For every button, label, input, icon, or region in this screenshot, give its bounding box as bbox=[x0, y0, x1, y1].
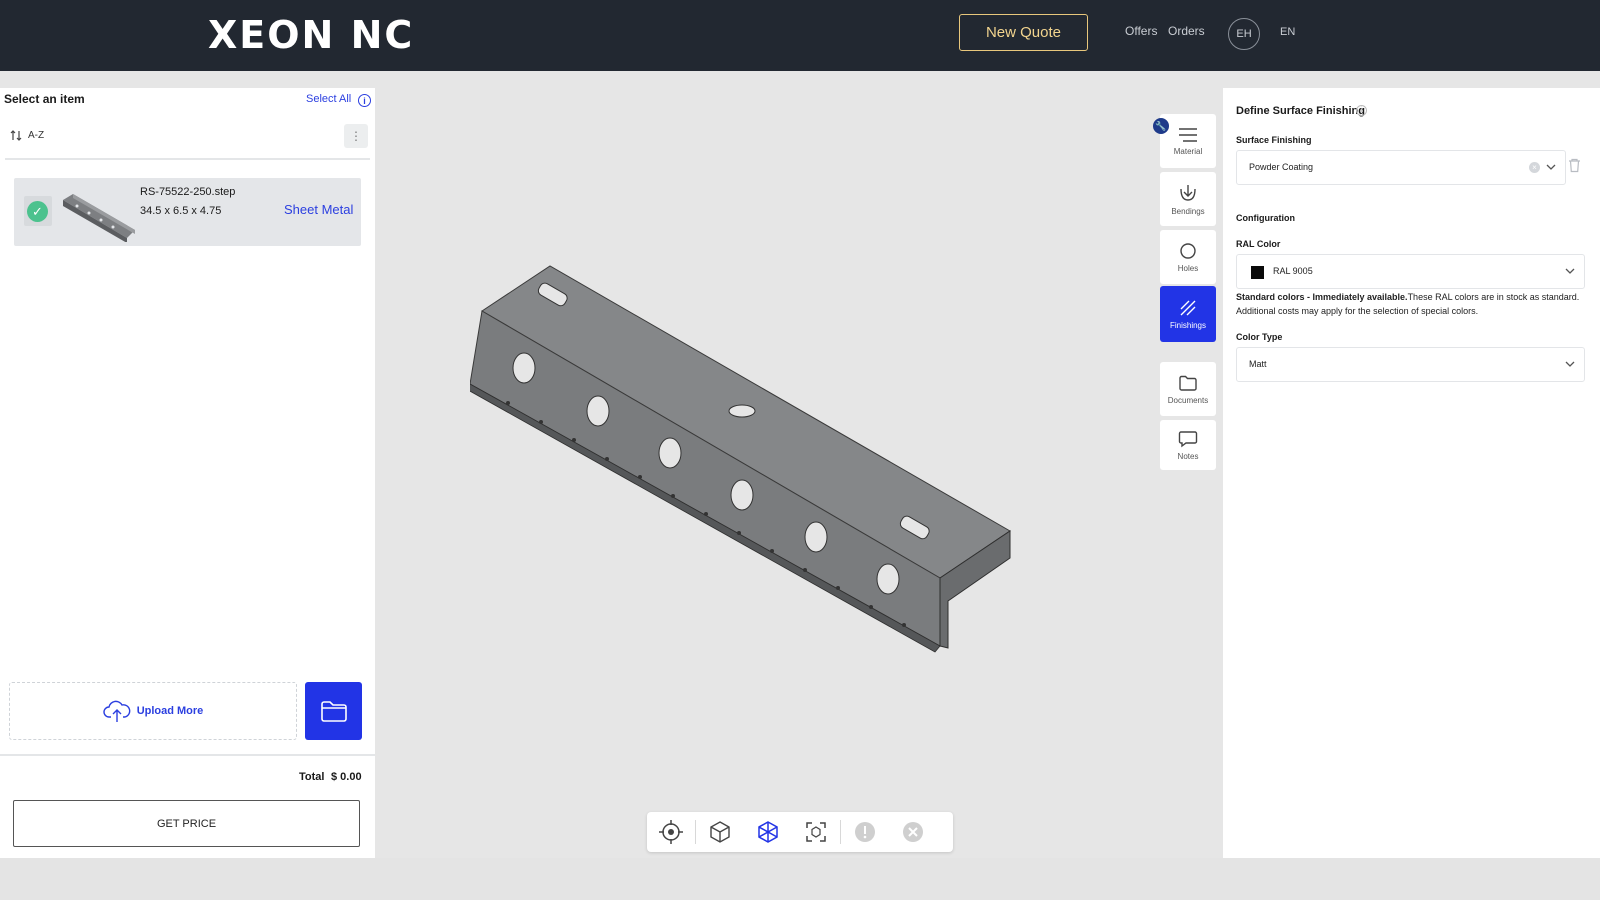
ral-color-select[interactable]: RAL 9005 bbox=[1236, 254, 1585, 289]
3d-viewport[interactable] bbox=[375, 71, 1223, 858]
part-thumbnail bbox=[63, 194, 135, 242]
speech-bubble-icon bbox=[1178, 430, 1198, 447]
rail-finishings-button[interactable]: Finishings bbox=[1160, 286, 1216, 342]
ral-color-label: RAL Color bbox=[1236, 239, 1281, 249]
surface-finishing-label: Surface Finishing bbox=[1236, 135, 1312, 145]
close-icon[interactable] bbox=[889, 812, 937, 852]
folder-icon bbox=[320, 701, 347, 722]
cube-iso-icon[interactable] bbox=[696, 812, 744, 852]
rail-documents-button[interactable]: Documents bbox=[1160, 362, 1216, 416]
nav-offers-link[interactable]: Offers bbox=[1125, 24, 1157, 38]
alert-icon[interactable] bbox=[841, 812, 889, 852]
rail-label: Holes bbox=[1177, 263, 1199, 273]
more-options-button[interactable]: ⋮ bbox=[344, 124, 368, 148]
configuration-label: Configuration bbox=[1236, 213, 1295, 223]
rail-holes-button[interactable]: Holes bbox=[1160, 230, 1216, 284]
sort-icon[interactable] bbox=[10, 129, 23, 145]
rail-bendings-button[interactable]: Bendings bbox=[1160, 172, 1216, 226]
get-price-button[interactable]: GET PRICE bbox=[13, 800, 360, 847]
info-icon[interactable]: i bbox=[1356, 105, 1367, 116]
fit-view-icon[interactable] bbox=[792, 812, 840, 852]
item-type-link[interactable]: Sheet Metal bbox=[284, 202, 353, 217]
rail-label: Finishings bbox=[1169, 320, 1206, 330]
total-label: Total bbox=[299, 771, 325, 783]
select-all-link[interactable]: Select All bbox=[306, 93, 351, 105]
target-icon[interactable] bbox=[647, 812, 695, 852]
brand-logo[interactable]: XEON NC bbox=[208, 14, 414, 56]
upload-more-label: Upload More bbox=[136, 705, 204, 717]
panel-title: Select an item bbox=[4, 92, 85, 106]
item-list-panel: Select an item Select All i A-Z ⋮ ✓ RS-7… bbox=[0, 88, 375, 858]
color-type-label: Color Type bbox=[1236, 332, 1283, 342]
ral-color-value: RAL 9005 bbox=[1273, 266, 1313, 276]
finishing-panel: Define Surface Finishing i Surface Finis… bbox=[1223, 88, 1600, 858]
menu-lines-icon bbox=[1179, 127, 1197, 142]
rail-label: Notes bbox=[1177, 451, 1199, 461]
top-navigation-bar: XEON NC New Quote Offers Orders EH EN bbox=[0, 0, 1600, 71]
rail-label: Material bbox=[1173, 146, 1203, 156]
browse-folder-button[interactable] bbox=[305, 682, 362, 740]
upload-more-button[interactable]: Upload More bbox=[9, 682, 297, 740]
check-icon: ✓ bbox=[27, 201, 48, 222]
viewer-toolbar bbox=[647, 812, 953, 852]
color-type-value: Matt bbox=[1249, 359, 1267, 369]
circle-icon bbox=[1180, 242, 1196, 259]
chevron-down-icon bbox=[1565, 361, 1575, 367]
hatch-icon bbox=[1180, 300, 1196, 315]
sort-order-label[interactable]: A-Z bbox=[28, 130, 44, 141]
cube-wire-icon[interactable] bbox=[744, 812, 792, 852]
folder-icon bbox=[1179, 375, 1197, 391]
nav-orders-link[interactable]: Orders bbox=[1168, 24, 1205, 38]
divider bbox=[0, 754, 375, 756]
page-footer-area bbox=[0, 858, 1600, 900]
cloud-upload-icon bbox=[103, 700, 131, 722]
panel-title: Define Surface Finishing bbox=[1236, 105, 1365, 117]
surface-finishing-value: Powder Coating bbox=[1249, 162, 1314, 172]
item-dimensions: 34.5 x 6.5 x 4.75 bbox=[140, 205, 222, 217]
trash-icon[interactable] bbox=[1568, 158, 1581, 173]
color-type-select[interactable]: Matt bbox=[1236, 347, 1585, 382]
rail-label: Documents bbox=[1167, 395, 1209, 405]
new-quote-button[interactable]: New Quote bbox=[959, 14, 1088, 51]
surface-finishing-select[interactable]: Powder Coating × bbox=[1236, 150, 1566, 185]
item-checkbox[interactable]: ✓ bbox=[24, 196, 52, 226]
language-selector[interactable]: EN bbox=[1280, 26, 1295, 38]
help-bold: Standard colors - Immediately available. bbox=[1236, 292, 1408, 302]
sheet-metal-3d-model[interactable] bbox=[470, 256, 1030, 656]
clear-icon[interactable]: × bbox=[1529, 162, 1540, 173]
user-avatar[interactable]: EH bbox=[1228, 18, 1260, 50]
color-swatch bbox=[1251, 266, 1264, 279]
item-file-name: RS-75522-250.step bbox=[140, 186, 236, 198]
divider bbox=[5, 158, 370, 160]
bend-arrow-icon bbox=[1180, 184, 1196, 201]
info-icon[interactable]: i bbox=[358, 94, 371, 107]
chevron-down-icon bbox=[1546, 164, 1556, 170]
chevron-down-icon bbox=[1565, 268, 1575, 274]
wrench-icon: 🔧 bbox=[1153, 118, 1169, 134]
total-value: $ 0.00 bbox=[331, 771, 362, 783]
sort-arrows-icon bbox=[10, 130, 22, 141]
rail-label: Bendings bbox=[1171, 206, 1205, 216]
ral-color-help-text: Standard colors - Immediately available.… bbox=[1236, 290, 1586, 318]
list-item[interactable]: ✓ RS-75522-250.step 34.5 x 6.5 x 4.75 Sh… bbox=[14, 178, 361, 246]
rail-notes-button[interactable]: Notes bbox=[1160, 420, 1216, 470]
